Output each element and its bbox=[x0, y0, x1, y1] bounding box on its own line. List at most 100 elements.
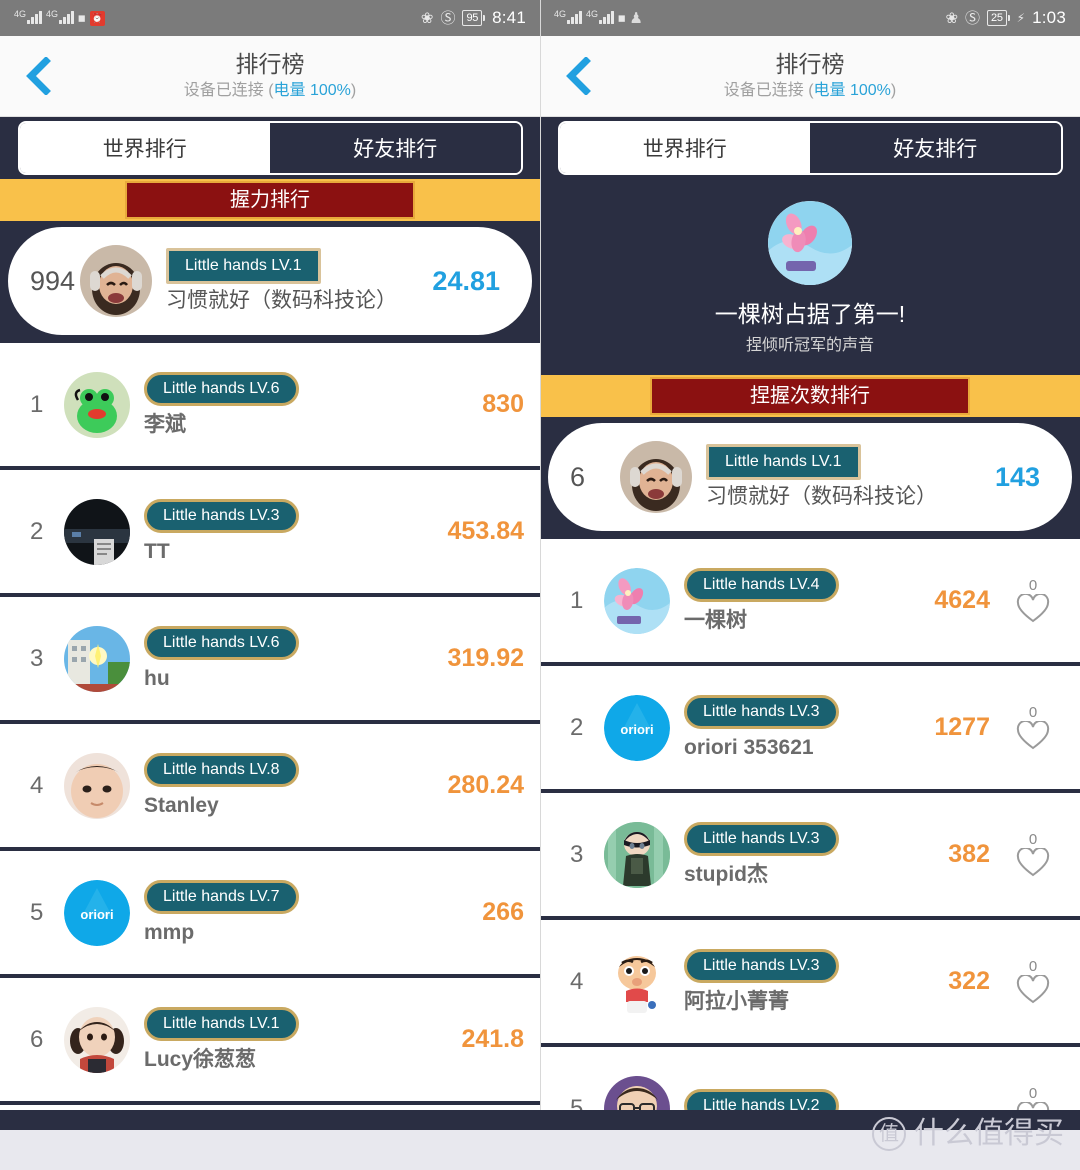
row-info: Little hands LV.3 TT bbox=[144, 498, 448, 565]
page-title: 排行榜 bbox=[775, 51, 845, 77]
section-header-right: 捏握次数排行 bbox=[540, 375, 1080, 417]
girl-headphones-avatar bbox=[620, 441, 692, 513]
self-score: 24.81 bbox=[432, 265, 500, 296]
svg-text:oriori: oriori bbox=[80, 907, 113, 922]
watermark-logo-icon: 值 bbox=[872, 1117, 906, 1151]
row-info: Little hands LV.3 stupid杰 bbox=[684, 821, 948, 888]
table-row[interactable]: 1 Little hands LV.6 李斌 830 bbox=[0, 343, 540, 470]
status-left-icons: 4G 4G ⏹ ⏰ bbox=[14, 8, 105, 29]
table-row[interactable]: 2 Little hands LV.3 TT 453.84 bbox=[0, 470, 540, 597]
table-row[interactable]: 2 oriori Little hands LV.3 oriori 353621… bbox=[540, 666, 1080, 793]
signal-2: 4G bbox=[46, 8, 75, 29]
champion-subtitle: 捏倾听冠军的声音 bbox=[745, 337, 874, 354]
self-username: 习惯就好（数码科技论） bbox=[706, 485, 937, 508]
signal-1: 4G bbox=[14, 8, 43, 29]
anime-boy-avatar bbox=[604, 821, 670, 888]
baby-face-avatar bbox=[64, 752, 130, 819]
score-value: 280.24 bbox=[447, 771, 524, 799]
device-status: 设备已连接 (电量 100%) bbox=[723, 82, 897, 99]
avatar bbox=[64, 752, 130, 819]
tab-friends-ranking[interactable]: 好友排行 bbox=[810, 123, 1061, 173]
wifi-icon: ⏹ bbox=[618, 9, 626, 27]
level-badge: Little hands LV.6 bbox=[144, 625, 299, 660]
avatar bbox=[620, 441, 692, 513]
like-button[interactable]: 0 bbox=[1002, 958, 1064, 1005]
tab-world-ranking[interactable]: 世界排行 bbox=[559, 123, 810, 173]
back-button[interactable] bbox=[558, 56, 598, 96]
champion-title: 一棵树占据了第一! bbox=[714, 301, 906, 327]
clock: 1:03 bbox=[1032, 8, 1066, 27]
level-badge: Little hands LV.3 bbox=[684, 821, 839, 856]
level-badge: Little hands LV.3 bbox=[684, 694, 839, 729]
chevron-left-icon bbox=[566, 57, 591, 95]
username: stupid杰 bbox=[684, 862, 768, 886]
like-button[interactable]: 0 bbox=[1002, 830, 1064, 878]
rank-number: 3 bbox=[30, 644, 44, 672]
tab-bar-right: 世界排行 好友排行 bbox=[540, 117, 1080, 179]
avatar bbox=[64, 371, 130, 438]
nav-bar-left: 排行榜 设备已连接 (电量 100%) bbox=[0, 36, 540, 117]
username: mmp bbox=[144, 920, 195, 944]
oriori-logo-avatar: oriori bbox=[64, 879, 130, 946]
wifi-icon: ⏹ bbox=[78, 9, 86, 27]
watermark-text: 什么值得买 bbox=[914, 1117, 1064, 1150]
right-panel: 4G 4G ⏹ ♟ ❀ Ⓢ 25 ⚡ 1:03 排行榜 设备已连接 (电量 10… bbox=[540, 0, 1080, 1170]
heart-icon bbox=[1016, 974, 1050, 1003]
row-info: Little hands LV.4 一棵树 bbox=[684, 567, 934, 634]
rank-number: 4 bbox=[30, 771, 44, 799]
level-badge: Little hands LV.8 bbox=[144, 752, 299, 787]
ranking-list-right: 1 Little hands LV.4 一棵树 4624 0 2 oriori … bbox=[540, 539, 1080, 1170]
section-title: 捏握次数排行 bbox=[650, 377, 970, 415]
score-value: 453.84 bbox=[447, 517, 524, 545]
flower-sky-avatar bbox=[604, 567, 670, 634]
rank-number: 1 bbox=[30, 390, 44, 418]
nav-title-block: 排行榜 设备已连接 (电量 100%) bbox=[0, 49, 540, 103]
self-card-wrapper-right: 6 Little hands LV.1 习惯就好（数码科技论） 143 bbox=[540, 417, 1080, 539]
table-row[interactable]: 3 Little hands LV.6 hu 319.92 bbox=[0, 597, 540, 724]
panel-divider bbox=[540, 0, 541, 1170]
score-value: 241.8 bbox=[461, 1025, 524, 1053]
battery-indicator: 95 bbox=[462, 10, 486, 26]
tab-bar-left: 世界排行 好友排行 bbox=[0, 117, 540, 179]
status-left-icons: 4G 4G ⏹ ♟ bbox=[554, 8, 643, 29]
avatar bbox=[768, 201, 852, 285]
table-row[interactable]: 4 Little hands LV.8 Stanley 280.24 bbox=[0, 724, 540, 851]
girl-headphones-avatar bbox=[80, 245, 152, 317]
page-title: 排行榜 bbox=[235, 51, 305, 77]
like-button[interactable]: 0 bbox=[1002, 704, 1064, 751]
bluetooth-icon: ❀ bbox=[420, 9, 434, 27]
table-row[interactable]: 6 Little hands LV.1 Lucy徐葱葱 241.8 bbox=[0, 978, 540, 1105]
status-bar-left: 4G 4G ⏹ ⏰ ❀ Ⓢ 95 8:41 bbox=[0, 0, 540, 36]
table-row[interactable]: 5 oriori Little hands LV.7 mmp 266 bbox=[0, 851, 540, 978]
row-info: Little hands LV.1 Lucy徐葱葱 bbox=[144, 1006, 461, 1073]
avatar bbox=[64, 1006, 130, 1073]
table-row[interactable]: 1 Little hands LV.4 一棵树 4624 0 bbox=[540, 539, 1080, 666]
avatar bbox=[80, 245, 152, 317]
table-row[interactable]: 3 Little hands LV.3 stupid杰 382 0 bbox=[540, 793, 1080, 920]
tab-friends-ranking[interactable]: 好友排行 bbox=[270, 123, 521, 173]
score-value: 4624 bbox=[934, 586, 990, 614]
score-value: 382 bbox=[948, 840, 990, 868]
back-button[interactable] bbox=[18, 56, 58, 96]
status-bar-right: 4G 4G ⏹ ♟ ❀ Ⓢ 25 ⚡ 1:03 bbox=[540, 0, 1080, 36]
like-count: 0 bbox=[1028, 830, 1038, 848]
avatar: oriori bbox=[64, 879, 130, 946]
champion-hero: 一棵树占据了第一! 捏倾听冠军的声音 bbox=[540, 179, 1080, 375]
level-badge: Little hands LV.1 bbox=[706, 444, 861, 480]
clock: 8:41 bbox=[492, 8, 526, 27]
like-count: 0 bbox=[1028, 576, 1038, 594]
self-rank-card[interactable]: 6 Little hands LV.1 习惯就好（数码科技论） 143 bbox=[548, 423, 1072, 531]
table-row[interactable]: 4 Little hands LV.3 阿拉小菁菁 322 0 bbox=[540, 920, 1080, 1047]
like-button[interactable]: 0 bbox=[1002, 576, 1064, 624]
battery-indicator: 25 bbox=[987, 10, 1010, 26]
heart-icon bbox=[1016, 847, 1050, 876]
night-scene-avatar bbox=[64, 498, 130, 565]
rank-number: 2 bbox=[30, 517, 44, 545]
avatar bbox=[604, 821, 670, 888]
tab-world-ranking[interactable]: 世界排行 bbox=[19, 123, 270, 173]
self-score: 143 bbox=[994, 461, 1040, 492]
row-info: Little hands LV.6 李斌 bbox=[144, 371, 482, 438]
section-title: 握力排行 bbox=[125, 181, 415, 219]
self-rank-card[interactable]: 994 Little hands LV.1 习惯就好（数码科技论） 24.81 bbox=[8, 227, 532, 335]
rank-number: 4 bbox=[570, 967, 584, 995]
